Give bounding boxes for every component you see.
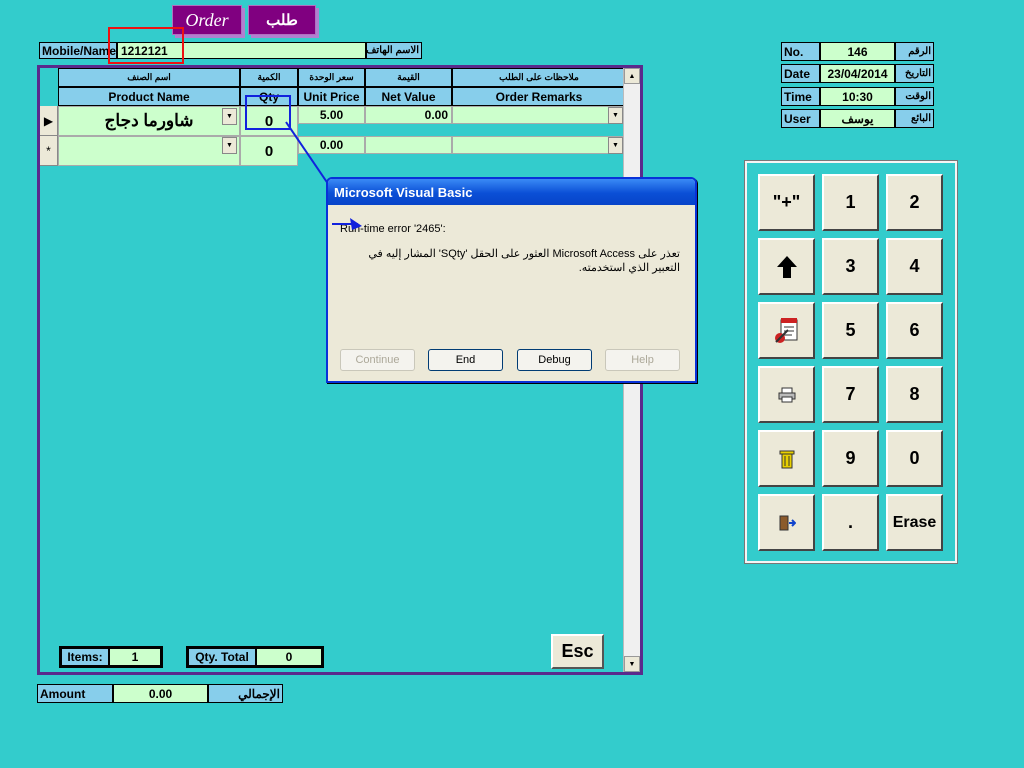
error-message-text: تعذر على Microsoft Access العثور على الح… (368, 248, 680, 274)
exit-door-icon (779, 515, 796, 530)
date-value: 23/04/2014 (820, 64, 895, 83)
mobile-name-label: Mobile/Name (39, 42, 117, 59)
header-product-name: Product Name (58, 87, 240, 106)
items-label: Items: (62, 649, 110, 665)
user-value: يوسف (820, 109, 895, 128)
date-label-arabic: التاريخ (895, 64, 934, 83)
esc-button[interactable]: Esc (551, 634, 604, 669)
number-value: 146 (820, 42, 895, 61)
header-remarks-arabic: ملاحظات على الطلب (452, 68, 626, 87)
key-7[interactable]: 7 (822, 366, 879, 423)
notes-key[interactable] (758, 302, 815, 359)
new-remarks-cell[interactable] (452, 136, 626, 154)
order-tab-arabic[interactable]: طلب (248, 5, 316, 35)
continue-button[interactable]: Continue (340, 349, 415, 371)
exit-key[interactable] (758, 494, 815, 551)
key-5[interactable]: 5 (822, 302, 879, 359)
row-selector-new[interactable]: * (40, 136, 58, 166)
time-label: Time (781, 87, 820, 106)
debug-button[interactable]: Debug (517, 349, 592, 371)
header-qty-arabic: الكمية (240, 68, 298, 87)
amount-value: 0.00 (113, 684, 208, 703)
user-label-arabic: البائع (895, 109, 934, 128)
key-2[interactable]: 2 (886, 174, 943, 231)
time-label-arabic: الوقت (895, 87, 934, 106)
qty-total-label: Qty. Total (189, 649, 257, 665)
header-net-value: Net Value (365, 87, 452, 106)
remarks-dropdown-arrow-icon[interactable]: ▼ (608, 107, 623, 124)
annotation-arrowhead-icon (332, 218, 362, 230)
header-net-value-arabic: القيمة (365, 68, 452, 87)
new-remarks-dropdown-arrow-icon[interactable]: ▼ (608, 137, 623, 154)
dialog-title: Microsoft Visual Basic (328, 179, 695, 205)
print-key[interactable] (758, 366, 815, 423)
delete-key[interactable] (758, 430, 815, 487)
remarks-cell[interactable] (452, 106, 626, 124)
product-name-cell[interactable]: شاورما دجاج (58, 106, 240, 136)
user-label: User (781, 109, 820, 128)
up-arrow-key[interactable] (758, 238, 815, 295)
qty-total-value: 0 (257, 649, 321, 665)
notepad-icon (774, 317, 797, 343)
numeric-keypad: "+" 1 2 3 4 5 6 7 8 9 0 . Erase (744, 160, 958, 564)
up-arrow-icon (776, 255, 797, 278)
key-9[interactable]: 9 (822, 430, 879, 487)
scroll-down-arrow-icon[interactable]: ▼ (624, 656, 640, 672)
key-8[interactable]: 8 (886, 366, 943, 423)
number-label: No. (781, 42, 820, 61)
mobile-name-label-arabic: الاسم الهاتف (366, 42, 422, 59)
new-product-name-cell[interactable] (58, 136, 240, 166)
date-label: Date (781, 64, 820, 83)
amount-label-arabic: الإجمالي (208, 684, 283, 703)
time-value: 10:30 (820, 87, 895, 106)
key-1[interactable]: 1 (822, 174, 879, 231)
row-selector-current[interactable]: ▶ (40, 106, 58, 136)
number-label-arabic: الرقم (895, 42, 934, 61)
items-total-box: Items: 1 (59, 646, 163, 668)
key-0[interactable]: 0 (886, 430, 943, 487)
end-button[interactable]: End (428, 349, 503, 371)
vb-error-dialog: Microsoft Visual Basic Run-time error '2… (326, 177, 697, 383)
red-highlight-box (108, 27, 184, 64)
qty-total-box: Qty. Total 0 (186, 646, 324, 668)
items-value: 1 (110, 649, 160, 665)
printer-icon (778, 387, 795, 402)
plus-key[interactable]: "+" (758, 174, 815, 231)
header-unit-price-arabic: سعر الوحدة (298, 68, 365, 87)
erase-key[interactable]: Erase (886, 494, 943, 551)
product-dropdown-arrow-icon[interactable]: ▼ (222, 108, 237, 125)
header-unit-price: Unit Price (298, 87, 365, 106)
trash-icon (779, 450, 794, 468)
header-order-remarks: Order Remarks (452, 87, 626, 106)
header-product-arabic: اسم الصنف (58, 68, 240, 87)
key-3[interactable]: 3 (822, 238, 879, 295)
key-4[interactable]: 4 (886, 238, 943, 295)
new-product-dropdown-arrow-icon[interactable]: ▼ (222, 137, 237, 154)
scroll-up-arrow-icon[interactable]: ▲ (624, 68, 640, 84)
key-6[interactable]: 6 (886, 302, 943, 359)
decimal-point-key[interactable]: . (822, 494, 879, 551)
amount-label: Amount (37, 684, 113, 703)
help-button[interactable]: Help (605, 349, 680, 371)
